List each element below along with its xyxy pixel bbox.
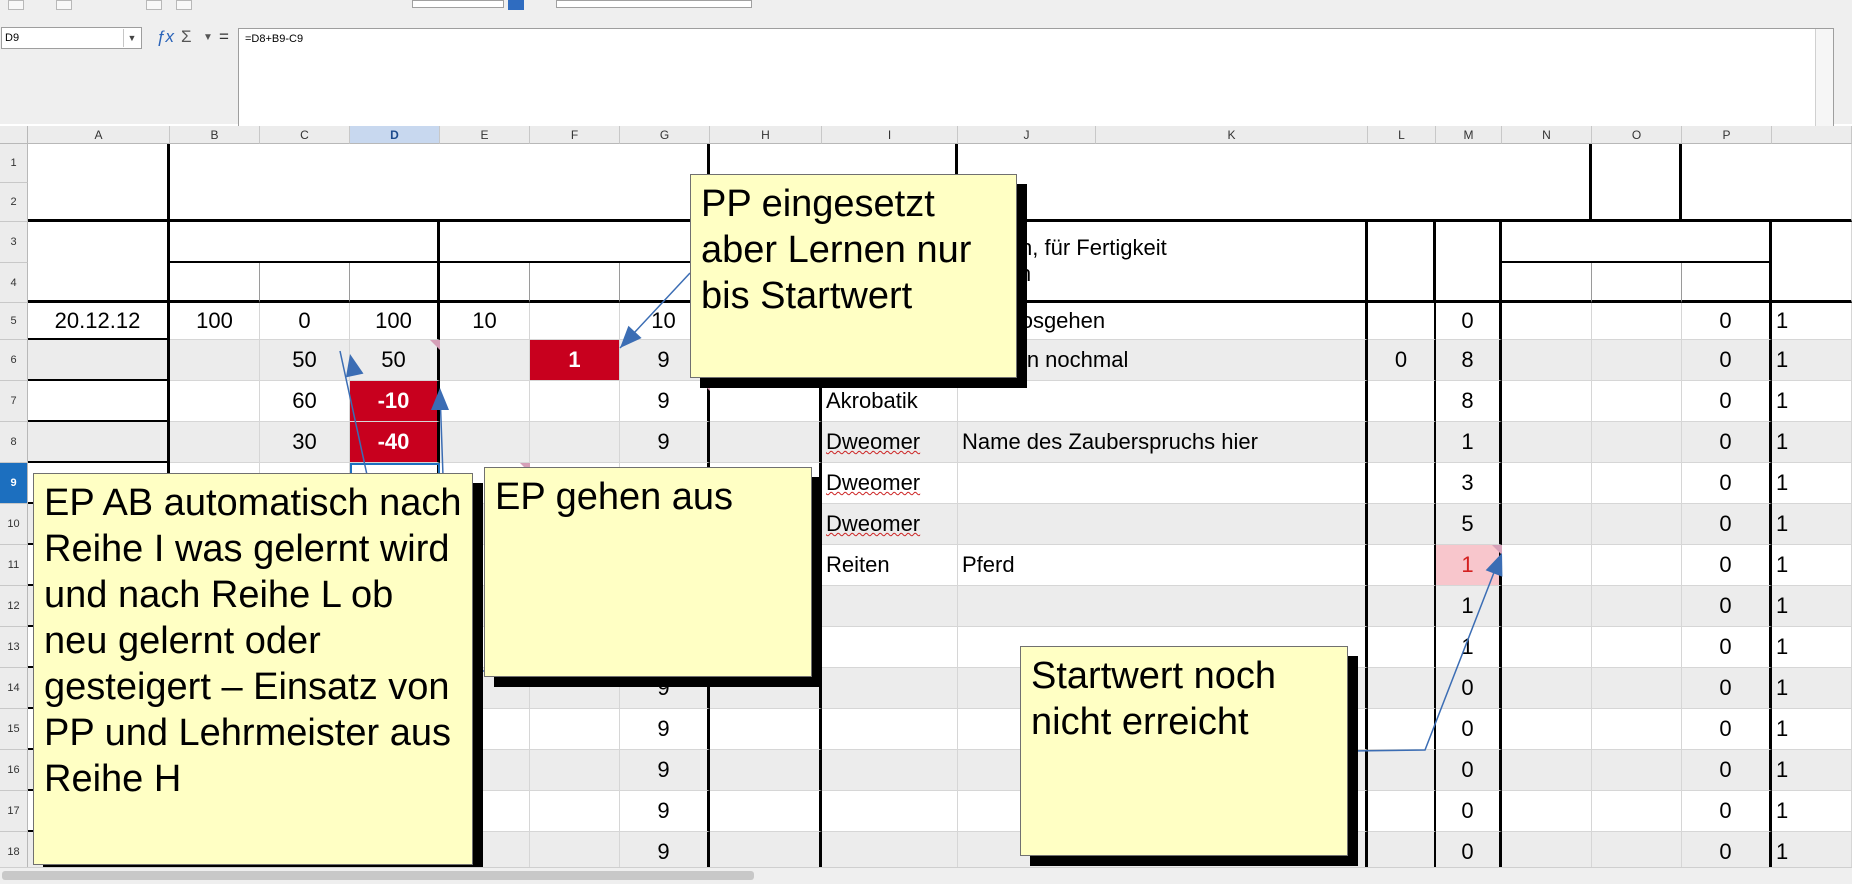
comment-text: EP AB automatisch nach Reihe I was geler…: [44, 482, 462, 800]
comment-ep-gehen-aus[interactable]: EP gehen aus: [484, 467, 812, 677]
connector-line: [1348, 556, 1501, 752]
comment-ep-ab-automatisch[interactable]: EP AB automatisch nach Reihe I was geler…: [33, 473, 473, 865]
comment-startwert[interactable]: Startwert noch nicht erreicht: [1020, 646, 1348, 856]
toolbar-button[interactable]: [56, 0, 72, 10]
chevron-down-icon[interactable]: ▼: [123, 29, 140, 47]
formula-equals-icon[interactable]: =: [219, 27, 229, 47]
name-box[interactable]: D9 ▼: [1, 27, 142, 49]
formula-bar: D9 ▼ ƒx Σ ▼ = =D8+B9-C9: [0, 12, 1852, 128]
function-wizard-icon[interactable]: ƒx: [156, 27, 174, 47]
toolbar-button[interactable]: [8, 0, 24, 10]
sum-icon[interactable]: Σ: [181, 27, 192, 47]
comment-text: Startwert noch nicht erreicht: [1031, 655, 1276, 743]
formula-scrollbar[interactable]: [1815, 29, 1833, 127]
scrollbar-thumb[interactable]: [2, 871, 754, 880]
font-size-box[interactable]: [412, 0, 504, 8]
style-box[interactable]: [556, 0, 752, 8]
formula-text: =D8+B9-C9: [245, 33, 304, 45]
formula-input[interactable]: =D8+B9-C9: [238, 28, 1834, 128]
comment-text: PP eingesetzt aber Lernen nur bis Startw…: [701, 183, 972, 317]
toolbar-button[interactable]: [146, 0, 162, 10]
comment-text: EP gehen aus: [495, 476, 734, 518]
toolbar-button[interactable]: [176, 0, 192, 10]
sum-dropdown-icon[interactable]: ▼: [203, 32, 213, 43]
name-box-value: D9: [5, 32, 20, 44]
comment-pp-eingesetzt[interactable]: PP eingesetzt aber Lernen nur bis Startw…: [690, 174, 1017, 378]
toolbar-button[interactable]: [508, 0, 524, 10]
arrow-icon: [1485, 553, 1503, 577]
arrow-icon: [431, 388, 449, 410]
arrow-icon: [345, 354, 364, 378]
horizontal-scrollbar[interactable]: [0, 867, 1852, 884]
